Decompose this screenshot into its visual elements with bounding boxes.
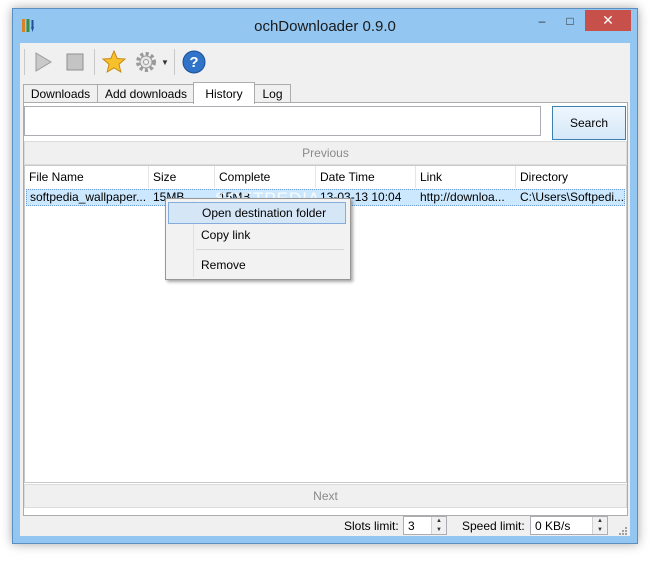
chevron-down-icon[interactable]: ▼ [160,55,170,69]
search-input[interactable] [24,106,541,136]
stop-icon[interactable] [62,49,88,75]
search-button[interactable]: Search [552,106,626,140]
cell-file-name: softpedia_wallpaper... [30,190,147,204]
title-bar[interactable]: ochDownloader 0.9.0 – □ ✕ [13,9,637,43]
cell-link: http://downloa... [420,190,505,204]
column-size[interactable]: Size [149,166,215,188]
arrow-up-icon[interactable]: ▲ [432,517,446,526]
speed-limit-label: Speed limit: [462,519,525,533]
resize-grip-icon[interactable] [618,525,628,535]
toolbar: ▼ ? [20,43,630,79]
tab-strip: Downloads Add downloads History Log [23,82,623,104]
column-directory[interactable]: Directory [516,166,626,188]
next-button[interactable]: Next [24,484,627,508]
toolbar-grip [24,49,25,75]
slots-limit-spinner[interactable]: 3 ▲ ▼ [403,516,447,535]
column-file-name[interactable]: File Name [25,166,149,188]
context-menu: Open destination folder Copy link Remove [165,198,351,280]
menu-item-copy-link[interactable]: Copy link [168,224,346,246]
tab-downloads[interactable]: Downloads [23,84,98,103]
tab-history[interactable]: History [193,82,255,104]
column-complete[interactable]: Complete [215,166,316,188]
close-button[interactable]: ✕ [585,10,631,31]
help-icon[interactable]: ? [180,48,208,76]
speed-spinner-arrows[interactable]: ▲ ▼ [592,517,607,534]
menu-separator [196,249,344,250]
gear-icon[interactable] [132,48,160,76]
menu-item-open-destination-folder[interactable]: Open destination folder [168,202,346,224]
client-area: ▼ ? Downloads Add downloads History Log … [20,43,630,536]
history-panel: Search Previous File Name Size Complete … [23,102,628,516]
slots-spinner-arrows[interactable]: ▲ ▼ [431,517,446,534]
slots-limit-value[interactable]: 3 [408,519,415,533]
toolbar-separator [174,49,175,75]
previous-button[interactable]: Previous [24,141,627,165]
help-glyph: ? [189,54,198,71]
star-icon[interactable] [100,48,128,76]
tab-log[interactable]: Log [254,84,291,103]
cell-directory: C:\Users\Softpedi... [520,190,625,204]
speed-limit-spinner[interactable]: 0 KB/s ▲ ▼ [530,516,608,535]
list-header: File Name Size Complete Date Time Link D… [25,166,626,188]
maximize-button[interactable]: □ [557,11,583,31]
play-icon[interactable] [30,49,56,75]
column-date-time[interactable]: Date Time [316,166,416,188]
slots-limit-label: Slots limit: [344,519,399,533]
column-link[interactable]: Link [416,166,516,188]
arrow-up-icon[interactable]: ▲ [593,517,607,526]
toolbar-separator [94,49,95,75]
speed-limit-value[interactable]: 0 KB/s [535,519,570,533]
arrow-down-icon[interactable]: ▼ [432,526,446,535]
arrow-down-icon[interactable]: ▼ [593,526,607,535]
status-bar: Slots limit: 3 ▲ ▼ Speed limit: 0 KB/s ▲… [20,513,630,537]
tab-add-downloads[interactable]: Add downloads [97,84,195,103]
menu-item-remove[interactable]: Remove [168,254,346,276]
minimize-button[interactable]: – [529,11,555,31]
